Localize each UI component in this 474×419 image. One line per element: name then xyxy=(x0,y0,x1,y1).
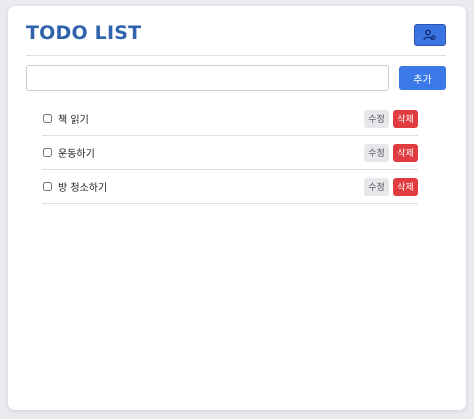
todo-checkbox[interactable] xyxy=(43,114,52,123)
add-button[interactable]: 추가 xyxy=(399,66,446,90)
header-divider xyxy=(26,55,446,56)
todo-text: 방 청소하기 xyxy=(58,183,108,194)
page-title: TODO LIST xyxy=(26,22,142,44)
todo-input[interactable] xyxy=(26,65,389,91)
todo-checkbox[interactable] xyxy=(43,148,52,157)
delete-button[interactable]: 삭제 xyxy=(393,177,418,196)
delete-button[interactable]: 삭제 xyxy=(393,109,418,128)
todo-list: 책 읽기 수정 삭제 운동하기 수정 삭제 방 청소하기 수정 삭제 xyxy=(42,102,418,204)
user-settings-button[interactable] xyxy=(414,24,446,46)
edit-button[interactable]: 수정 xyxy=(364,177,389,196)
delete-button[interactable]: 삭제 xyxy=(393,143,418,162)
edit-button[interactable]: 수정 xyxy=(364,109,389,128)
todo-item: 방 청소하기 수정 삭제 xyxy=(42,170,418,204)
user-gear-icon xyxy=(423,29,436,41)
todo-item: 책 읽기 수정 삭제 xyxy=(42,102,418,136)
header: TODO LIST xyxy=(26,20,446,54)
todo-card: TODO LIST 추가 책 읽기 수정 삭제 운동하기 수정 삭제 방 청소하… xyxy=(8,6,466,410)
edit-button[interactable]: 수정 xyxy=(364,143,389,162)
todo-text: 책 읽기 xyxy=(58,115,89,126)
todo-input-row: 추가 xyxy=(26,65,446,91)
todo-text: 운동하기 xyxy=(58,149,95,160)
todo-checkbox[interactable] xyxy=(43,182,52,191)
todo-item: 운동하기 수정 삭제 xyxy=(42,136,418,170)
